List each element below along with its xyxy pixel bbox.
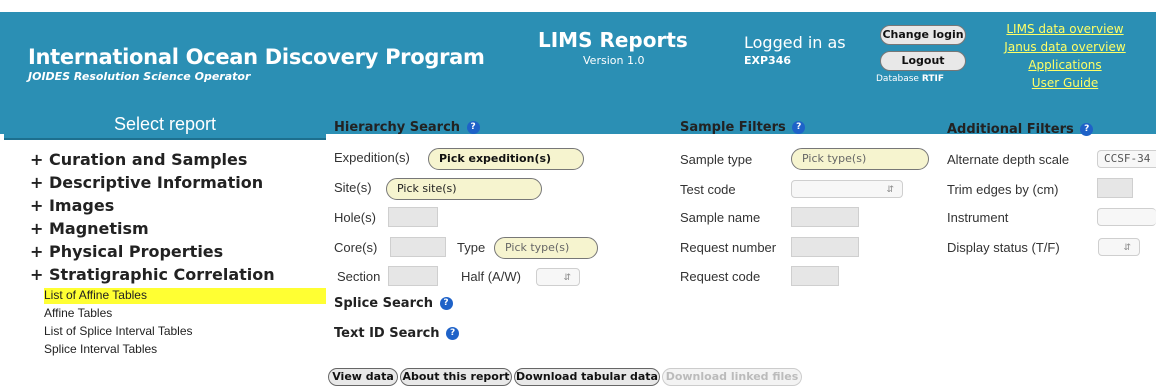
section-input[interactable] [388, 266, 438, 286]
text-id-search-title: Text ID Search ? [334, 326, 460, 341]
half-label: Half (A/W) [461, 269, 521, 284]
hole-label: Hole(s) [334, 210, 376, 225]
trim-edges-label: Trim edges by (cm) [947, 182, 1059, 197]
core-label: Core(s) [334, 240, 378, 255]
logout-button[interactable]: Logout [880, 51, 966, 71]
download-linked-files-button[interactable]: Download linked files [662, 368, 802, 386]
user-guide-link[interactable]: User Guide [985, 74, 1145, 92]
change-login-button[interactable]: Change login [880, 25, 966, 45]
database-name: RTIF [921, 74, 944, 84]
alternate-depth-scale-label: Alternate depth scale [947, 152, 1070, 167]
sample-name-input[interactable] [791, 207, 859, 227]
org-subtitle: JOIDES Resolution Science Operator [28, 70, 250, 83]
database-label: Database [876, 74, 919, 84]
logged-in-user: EXP346 [744, 54, 792, 67]
text-id-search-label[interactable]: Text ID Search [334, 326, 440, 341]
org-title: International Ocean Discovery Program [28, 45, 485, 69]
test-code-label: Test code [680, 182, 736, 197]
display-status-select[interactable]: ⇵ [1098, 238, 1140, 256]
test-code-select[interactable]: ⇵ [791, 180, 903, 198]
splice-search-label[interactable]: Splice Search [334, 296, 433, 311]
logged-in-label: Logged in as [744, 33, 846, 52]
org-subtitle-rest: Science Operator [139, 70, 251, 83]
category-descriptive-information[interactable]: + Descriptive Information [30, 173, 275, 196]
request-number-input[interactable] [791, 237, 859, 257]
applications-link[interactable]: Applications [985, 56, 1145, 74]
alternate-depth-scale-select[interactable]: CCSF-34 [1097, 150, 1156, 168]
report-list-of-splice-interval-tables[interactable]: List of Splice Interval Tables [44, 324, 326, 340]
category-images[interactable]: + Images [30, 196, 275, 219]
ship-name: JOIDES Resolution [28, 70, 140, 83]
report-list-of-affine-tables[interactable]: List of Affine Tables [44, 288, 326, 304]
display-status-label: Display status (T/F) [947, 240, 1060, 255]
category-curation-samples[interactable]: + Curation and Samples [30, 150, 275, 173]
janus-data-overview-link[interactable]: Janus data overview [985, 38, 1145, 56]
hole-input[interactable] [388, 207, 438, 227]
request-code-label: Request code [680, 269, 761, 284]
info-icon[interactable]: ? [446, 327, 460, 340]
select-arrows-icon: ⇵ [886, 184, 894, 194]
lims-data-overview-link[interactable]: LIMS data overview [985, 20, 1145, 38]
hierarchy-search-title: Hierarchy Search ? [334, 120, 480, 135]
site-label: Site(s) [334, 180, 372, 195]
splice-search-title: Splice Search ? [334, 296, 453, 311]
additional-filters-title: Additional Filters ? [947, 122, 1094, 137]
app-version: Version 1.0 [583, 54, 645, 67]
view-data-button[interactable]: View data [328, 368, 398, 386]
download-tabular-data-button[interactable]: Download tabular data [514, 368, 660, 386]
sample-filters-label: Sample Filters [680, 120, 786, 135]
core-input[interactable] [390, 237, 446, 257]
hierarchy-search-label: Hierarchy Search [334, 120, 461, 135]
sample-type-label: Sample type [680, 152, 753, 167]
instrument-select[interactable] [1097, 208, 1156, 226]
select-arrows-icon: ⇵ [1123, 242, 1131, 252]
report-splice-interval-tables[interactable]: Splice Interval Tables [44, 342, 326, 358]
pick-site-button[interactable]: Pick site(s) [386, 178, 542, 200]
info-icon[interactable]: ? [466, 121, 480, 134]
request-number-label: Request number [680, 240, 777, 255]
trim-edges-input[interactable] [1097, 178, 1133, 198]
additional-filters-label: Additional Filters [947, 122, 1074, 137]
pick-type-button[interactable]: Pick type(s) [494, 237, 598, 259]
pick-expedition-button[interactable]: Pick expedition(s) [428, 148, 584, 170]
header-links: LIMS data overview Janus data overview A… [985, 20, 1145, 92]
report-tree: + Curation and Samples + Descriptive Inf… [30, 150, 275, 288]
database-indicator: Database RTIF [876, 74, 944, 84]
sample-filters-title: Sample Filters ? [680, 120, 806, 135]
info-icon[interactable]: ? [1080, 123, 1094, 136]
info-icon[interactable]: ? [792, 121, 806, 134]
instrument-label: Instrument [947, 210, 1009, 225]
app-title: LIMS Reports [538, 28, 688, 52]
section-label: Section [337, 269, 381, 284]
category-physical-properties[interactable]: + Physical Properties [30, 242, 275, 265]
type-label: Type [457, 240, 486, 255]
half-select[interactable]: ⇵ [536, 268, 580, 286]
select-arrows-icon: ⇵ [563, 272, 571, 282]
select-report-heading: Select report [4, 110, 326, 140]
request-code-input[interactable] [791, 266, 839, 286]
pick-sample-type-button[interactable]: Pick type(s) [791, 148, 929, 170]
category-stratigraphic-correlation[interactable]: + Stratigraphic Correlation [30, 265, 275, 288]
expedition-label: Expedition(s) [334, 150, 410, 165]
about-report-button[interactable]: About this report [400, 368, 512, 386]
report-affine-tables[interactable]: Affine Tables [44, 306, 326, 322]
info-icon[interactable]: ? [439, 297, 453, 310]
sample-name-label: Sample name [680, 210, 761, 225]
category-magnetism[interactable]: + Magnetism [30, 219, 275, 242]
